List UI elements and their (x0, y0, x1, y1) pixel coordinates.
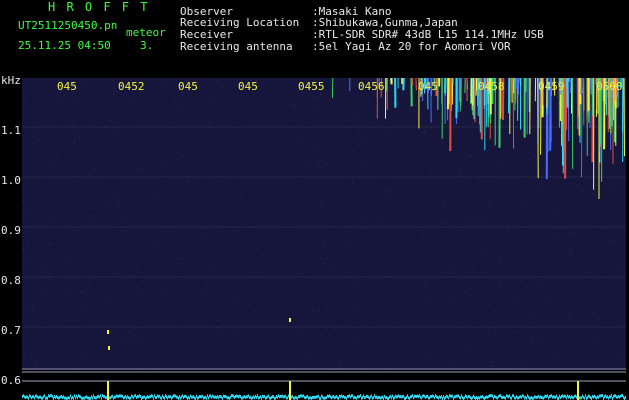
signal-level-strip (22, 371, 626, 400)
y-tick-0-7: 0.7 (1, 324, 21, 337)
time-tick-0451: 045 (57, 80, 77, 93)
time-tick-0458: 0458 (478, 80, 505, 93)
antenna-value: :5el Yagi Az 20 for Aomori VOR (312, 40, 511, 53)
y-tick-0-9: 0.9 (1, 224, 21, 237)
time-tick-0500: 0500 (596, 80, 623, 93)
app-title: H R O F F T (48, 0, 150, 14)
background-noise (22, 78, 627, 371)
y-axis-unit: kHz (1, 74, 21, 87)
spectrogram-plot (22, 77, 627, 371)
signal-trace (22, 381, 626, 400)
time-tick-0456: 0456 (358, 80, 385, 93)
mode-label: meteor (126, 26, 166, 39)
time-tick-0459: 0459 (538, 80, 565, 93)
antenna-label: Receiving antenna (180, 40, 293, 53)
y-tick-1-1: 1.1 (1, 124, 21, 137)
datetime-stamp: 25.11.25 04:50 (18, 39, 111, 52)
counter: 3. (140, 39, 154, 52)
time-tick-0457: 045 (418, 80, 438, 93)
time-tick-0453: 045 (178, 80, 198, 93)
time-tick-0452: 0452 (118, 80, 145, 93)
y-tick-1-0: 1.0 (1, 174, 21, 187)
time-tick-0454: 045 (238, 80, 258, 93)
y-tick-0-8: 0.8 (1, 274, 21, 287)
spectrogram-canvas (22, 77, 627, 371)
time-tick-0455: 0455 (298, 80, 325, 93)
file-name: UT2511250450.pn (18, 19, 118, 32)
meteor-echoes (107, 77, 625, 350)
